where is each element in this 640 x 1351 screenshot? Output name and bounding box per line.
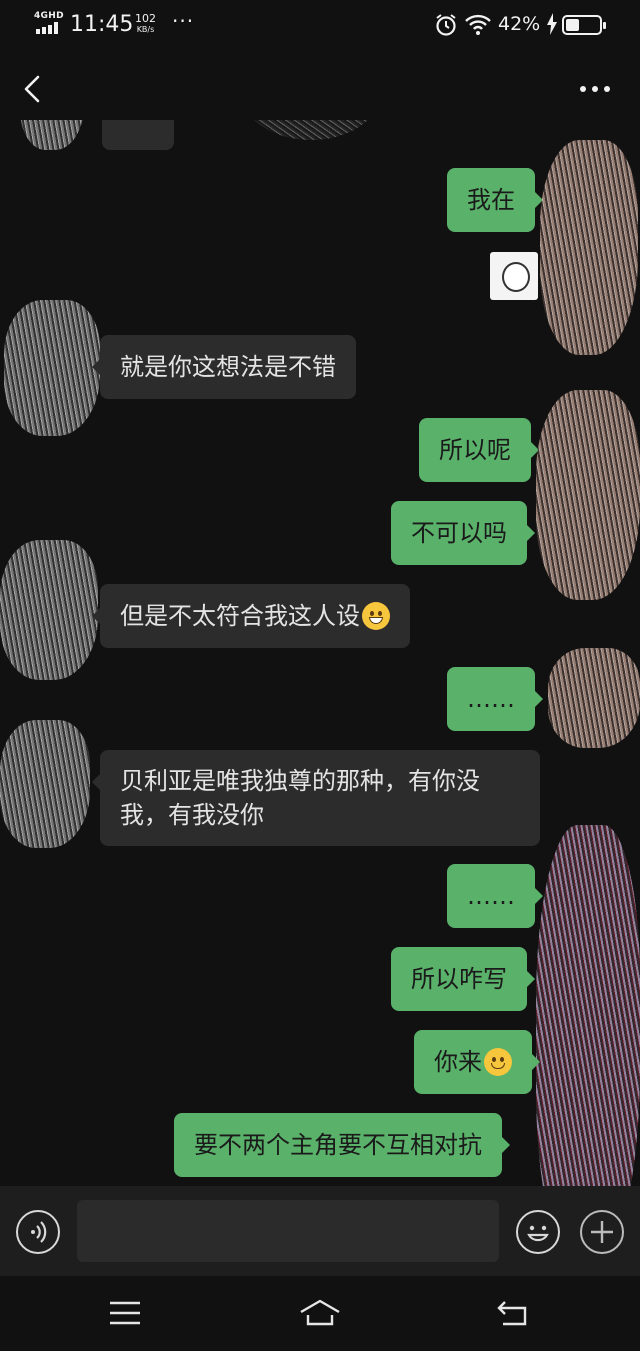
message-bubble-out[interactable]: 所以呢 <box>419 418 539 482</box>
avatar[interactable] <box>0 720 90 848</box>
back-icon[interactable] <box>18 72 48 106</box>
message-bubble-in[interactable]: 但是不太符合我这人设 <box>92 584 410 648</box>
status-bar: 4GHD 11:45 102 KB/s ··· 42% <box>0 0 640 50</box>
message-bubble-out[interactable]: 要不两个主角要不互相对抗 <box>174 1113 510 1177</box>
message-bubble-out[interactable]: …… <box>447 864 543 928</box>
alarm-icon <box>436 14 456 36</box>
back-nav-icon[interactable] <box>495 1298 535 1328</box>
message-bubble-in[interactable]: 就是你这想法是不错 <box>92 335 356 399</box>
more-options-icon[interactable] <box>580 86 610 94</box>
avatar-self[interactable] <box>548 648 640 748</box>
charging-icon <box>547 13 557 35</box>
battery-icon <box>562 15 606 35</box>
battery-percent: 42% <box>498 13 541 35</box>
network-speed: 102 KB/s <box>135 12 156 34</box>
avatar[interactable] <box>4 300 100 436</box>
smile-emoji-icon <box>484 1048 512 1076</box>
message-bubble-out[interactable]: 我在 <box>447 168 543 232</box>
network-type: 4GHD <box>34 11 64 21</box>
plus-icon[interactable] <box>580 1210 624 1254</box>
system-nav-bar <box>0 1276 640 1351</box>
message-bubble-out[interactable]: 你来 <box>414 1030 540 1094</box>
home-icon[interactable] <box>298 1298 342 1328</box>
message-bubble-out[interactable]: 不可以吗 <box>391 501 535 565</box>
clock: 11:45 <box>70 12 134 37</box>
message-bubble-out[interactable]: 所以咋写 <box>391 947 535 1011</box>
signal-icon <box>36 22 62 34</box>
menu-icon[interactable] <box>105 1298 145 1328</box>
avatar-self[interactable] <box>540 140 638 355</box>
message-list[interactable]: 我在 就是你这想法是不错 所以呢 不可以吗 但是不太符合我这人设 …… 贝利亚是… <box>0 120 640 1186</box>
message-bubble-out[interactable]: …… <box>447 667 543 731</box>
emoji-icon[interactable] <box>516 1210 560 1254</box>
grin-emoji-icon <box>362 602 390 630</box>
avatar[interactable] <box>20 120 84 150</box>
message-input[interactable] <box>77 1200 499 1262</box>
message-bubble-in[interactable]: 贝利亚是唯我独尊的那种，有你没 我，有我没你 <box>92 750 540 846</box>
message-bubble-partial[interactable] <box>102 120 174 150</box>
status-more-icon: ··· <box>172 9 195 33</box>
sticker-image[interactable] <box>490 252 538 300</box>
voice-icon[interactable] <box>16 1210 60 1254</box>
input-bar <box>0 1186 640 1276</box>
avatar[interactable] <box>0 540 98 680</box>
wifi-icon <box>465 14 491 35</box>
avatar-self[interactable] <box>536 390 640 600</box>
redacted-title <box>240 120 382 140</box>
avatar-self[interactable] <box>536 825 640 1186</box>
chat-header <box>0 56 640 122</box>
